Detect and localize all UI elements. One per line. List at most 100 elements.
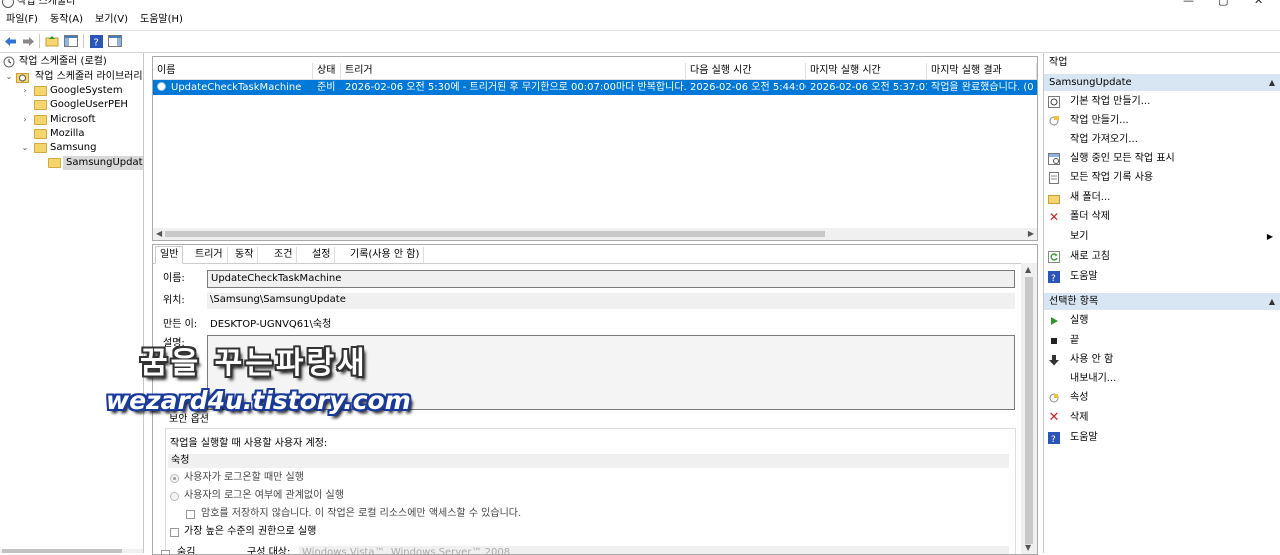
delete-folder-icon: ✕ xyxy=(1048,210,1060,224)
menu-view[interactable]: 보기(V) xyxy=(95,14,128,26)
scroll-down-icon[interactable]: ▼ xyxy=(1025,543,1031,552)
minimize-icon[interactable]: — xyxy=(1183,0,1194,7)
collapse-icon[interactable]: ▲ xyxy=(1269,293,1275,310)
tab-triggers[interactable]: 트리거 xyxy=(191,247,228,263)
collapse-icon[interactable]: ▲ xyxy=(1269,74,1275,91)
watermark-title: 꿈을 꾸는파랑새 xyxy=(140,346,368,381)
create-basic-task-icon xyxy=(1048,96,1060,108)
menu-file[interactable]: 파일(F) xyxy=(6,14,38,26)
cell-name: UpdateCheckTaskMachine xyxy=(171,82,302,93)
action-delete[interactable]: ✕ 삭제 xyxy=(1044,408,1280,427)
action-display-running-tasks[interactable]: 실행 중인 모든 작업 표시 xyxy=(1044,149,1280,168)
show-hide-action-pane-icon[interactable] xyxy=(108,34,122,48)
actions-section-samsungupdate[interactable]: SamsungUpdate ▲ xyxy=(1044,74,1280,91)
history-icon xyxy=(1048,172,1060,184)
run-icon xyxy=(1048,315,1060,327)
back-arrow-icon[interactable] xyxy=(3,34,17,48)
actions-header: 작업 xyxy=(1049,57,1068,68)
scroll-up-icon[interactable]: ▲ xyxy=(1025,265,1031,274)
tab-general[interactable]: 일반 xyxy=(155,246,184,264)
radio-run-logged-on[interactable] xyxy=(170,474,179,483)
folder-icon xyxy=(34,143,47,153)
scroll-right-icon[interactable]: ▶ xyxy=(1028,228,1034,240)
chevron-down-icon[interactable]: ⌄ xyxy=(4,70,14,84)
action-create-basic-task[interactable]: 기본 작업 만들기... xyxy=(1044,92,1280,111)
column-header-last-result[interactable]: 마지막 실행 결과 xyxy=(927,63,1037,79)
library-folder-icon xyxy=(16,73,29,83)
toolbar: ? xyxy=(0,30,1280,53)
chevron-right-icon[interactable]: › xyxy=(20,84,30,98)
clock-icon xyxy=(3,56,15,68)
checkbox-highest-privileges[interactable] xyxy=(170,528,179,537)
maximize-icon[interactable]: ▢ xyxy=(1218,0,1228,7)
detail-vertical-scrollbar[interactable]: ▲ ▼ xyxy=(1021,263,1037,554)
action-create-task[interactable]: 작업 만들기... xyxy=(1044,111,1280,130)
column-header-last-run[interactable]: 마지막 실행 시간 xyxy=(806,63,927,79)
show-hide-console-tree-icon[interactable] xyxy=(64,34,78,48)
new-folder-icon xyxy=(1048,192,1060,204)
action-refresh[interactable]: 새로 고침 xyxy=(1044,247,1280,266)
checkbox-no-password-label: 암호를 저장하지 않습니다. 이 작업은 로컬 리소스에만 액세스할 수 있습니… xyxy=(201,508,522,519)
column-header-status[interactable]: 상태 xyxy=(313,63,341,79)
action-disable[interactable]: 사용 안 함 xyxy=(1044,350,1280,369)
properties-icon xyxy=(1048,392,1060,404)
action-end[interactable]: 끝 xyxy=(1044,331,1280,350)
action-export[interactable]: 내보내기... xyxy=(1044,369,1280,388)
tab-conditions[interactable]: 조건 xyxy=(270,247,298,263)
watermark-url: wezard4u.tistory.com xyxy=(106,386,411,415)
column-header-trigger[interactable]: 트리거 xyxy=(341,63,686,79)
close-icon[interactable]: ✕ xyxy=(1254,0,1263,7)
column-header-next-run[interactable]: 다음 실행 시간 xyxy=(686,63,806,79)
tree-item-label: 작업 스케줄러 (로컬) xyxy=(19,56,107,67)
actions-section-selected-item[interactable]: 선택한 항목 ▲ xyxy=(1044,293,1280,310)
scroll-left-icon[interactable]: ◀ xyxy=(156,228,162,240)
help-icon[interactable]: ? xyxy=(89,34,103,48)
create-task-icon xyxy=(1048,115,1060,127)
tree-item-label: GoogleSystem xyxy=(50,85,123,96)
help-icon: ? xyxy=(1048,271,1060,283)
checkbox-no-password[interactable] xyxy=(186,510,195,519)
action-enable-history[interactable]: 모든 작업 기록 사용 xyxy=(1044,168,1280,187)
radio-run-whether[interactable] xyxy=(170,492,179,501)
author-label: 만든 이: xyxy=(163,319,198,330)
security-options-group: 작업을 실행할 때 사용할 사용자 계정: 숙청 사용자가 로그온할 때만 실행… xyxy=(165,428,1016,554)
tree-horizontal-scrollbar[interactable] xyxy=(0,549,143,553)
action-delete-folder[interactable]: ✕ 폴더 삭제 xyxy=(1044,207,1280,226)
action-new-folder[interactable]: 새 폴더... xyxy=(1044,188,1280,207)
forward-arrow-icon[interactable] xyxy=(21,34,35,48)
menu-action[interactable]: 동작(A) xyxy=(50,14,83,26)
window-title: 작업 스케줄러 xyxy=(17,0,76,7)
task-scheduler-app-icon xyxy=(2,0,14,8)
tab-actions[interactable]: 동작 xyxy=(231,247,259,263)
refresh-icon xyxy=(1048,251,1060,263)
cell-next-run: 2026-02-06 오전 5:44:00 xyxy=(690,82,806,93)
up-folder-icon[interactable] xyxy=(45,34,59,48)
action-help-selected[interactable]: ? 도움말 xyxy=(1044,428,1280,447)
table-row[interactable]: UpdateCheckTaskMachine 준비 2026-02-06 오전 … xyxy=(153,80,1037,95)
action-properties[interactable]: 속성 xyxy=(1044,388,1280,407)
action-import-task[interactable]: 작업 가져오기... xyxy=(1044,130,1280,149)
chevron-down-icon[interactable]: ⌄ xyxy=(20,141,30,155)
tab-history[interactable]: 기록(사용 안 함) xyxy=(346,247,425,263)
cell-last-run: 2026-02-06 오전 5:37:01 xyxy=(810,82,927,93)
action-run[interactable]: 실행 xyxy=(1044,311,1280,330)
configure-for-dropdown[interactable]: Windows Vista™, Windows Server™ 2008 xyxy=(299,546,1009,554)
radio-run-logged-on-label: 사용자가 로그온할 때만 실행 xyxy=(184,472,304,483)
svg-text:?: ? xyxy=(93,37,98,48)
action-view[interactable]: 보기 ▶ xyxy=(1044,227,1280,246)
tab-settings[interactable]: 설정 xyxy=(308,247,336,263)
center-pane: 이름 상태 트리거 다음 실행 시간 마지막 실행 시간 마지막 실행 결과 U… xyxy=(149,56,1040,555)
section-title: 선택한 항목 xyxy=(1049,296,1099,307)
tree-item-label: Mozilla xyxy=(50,128,85,139)
column-header-name[interactable]: 이름 xyxy=(153,63,313,79)
menu-help[interactable]: 도움말(H) xyxy=(140,14,183,26)
radio-run-whether-label: 사용자의 로그온 여부에 관계없이 실행 xyxy=(184,490,344,501)
task-clock-icon xyxy=(157,82,166,91)
name-field[interactable]: UpdateCheckTaskMachine xyxy=(207,270,1015,288)
chevron-right-icon[interactable]: › xyxy=(20,113,30,127)
folder-icon xyxy=(34,100,47,110)
menu-bar: 파일(F) 동작(A) 보기(V) 도움말(H) xyxy=(0,11,1280,29)
console-tree: 작업 스케줄러 (로컬) ⌄ 작업 스케줄러 라이브러리 › GoogleSys… xyxy=(0,53,144,553)
task-list-horizontal-scrollbar[interactable]: ◀ ▶ xyxy=(153,228,1037,240)
action-help[interactable]: ? 도움말 xyxy=(1044,267,1280,286)
